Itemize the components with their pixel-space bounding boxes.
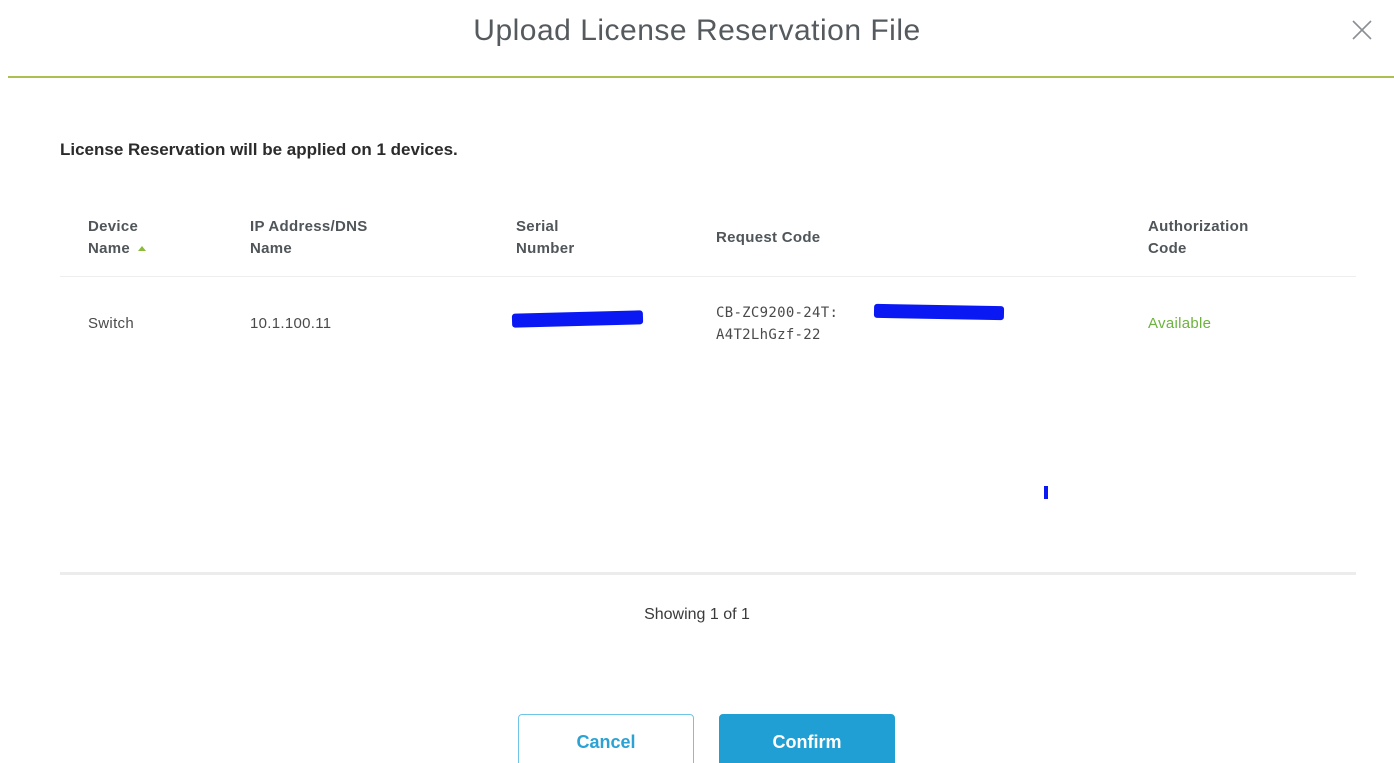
cell-authorization-status: Available: [1148, 315, 1212, 332]
column-header-label: Code: [1148, 240, 1187, 257]
table-footer-divider: [60, 572, 1356, 575]
column-header-label: Number: [516, 240, 575, 257]
redaction-mark: [873, 303, 1005, 321]
column-header-label: Authorization: [1148, 218, 1249, 235]
upload-license-dialog: Upload License Reservation File License …: [0, 0, 1394, 763]
pagination-status: Showing 1 of 1: [644, 606, 750, 623]
redaction-mark: [1044, 486, 1048, 499]
reservation-summary: License Reservation will be applied on 1…: [60, 140, 458, 159]
column-header-label: Device: [88, 218, 139, 235]
cancel-button[interactable]: Cancel: [518, 714, 694, 763]
redaction-mark: [511, 310, 644, 328]
column-header-label: Serial: [516, 218, 559, 235]
close-button[interactable]: [1348, 16, 1376, 44]
column-header-serial-number[interactable]: Serial Number: [516, 216, 574, 260]
request-code-line: CB-ZC9200-24T:: [716, 305, 839, 321]
confirm-button[interactable]: Confirm: [719, 714, 895, 763]
column-header-label: IP Address/DNS: [250, 218, 368, 235]
close-icon: [1352, 20, 1372, 40]
dialog-title: Upload License Reservation File: [473, 14, 921, 47]
cell-device-name: Switch: [88, 315, 134, 332]
title-divider: [8, 76, 1394, 78]
cell-ip-address: 10.1.100.11: [250, 315, 332, 332]
column-header-ip-address[interactable]: IP Address/DNS Name: [250, 216, 368, 260]
table-header-divider: [60, 276, 1356, 277]
column-header-authorization-code[interactable]: Authorization Code: [1148, 216, 1249, 260]
column-header-label: Name: [88, 240, 131, 257]
sort-ascending-icon: [138, 246, 147, 251]
cell-request-code: CB-ZC9200-24T: A4T2LhGzf-22: [716, 302, 838, 346]
column-header-device-name[interactable]: Device Name: [88, 216, 147, 260]
column-header-request-code[interactable]: Request Code: [716, 227, 820, 249]
request-code-line: A4T2LhGzf-22: [716, 327, 821, 343]
column-header-label: Name: [250, 240, 293, 257]
column-header-label: Request Code: [716, 229, 821, 246]
